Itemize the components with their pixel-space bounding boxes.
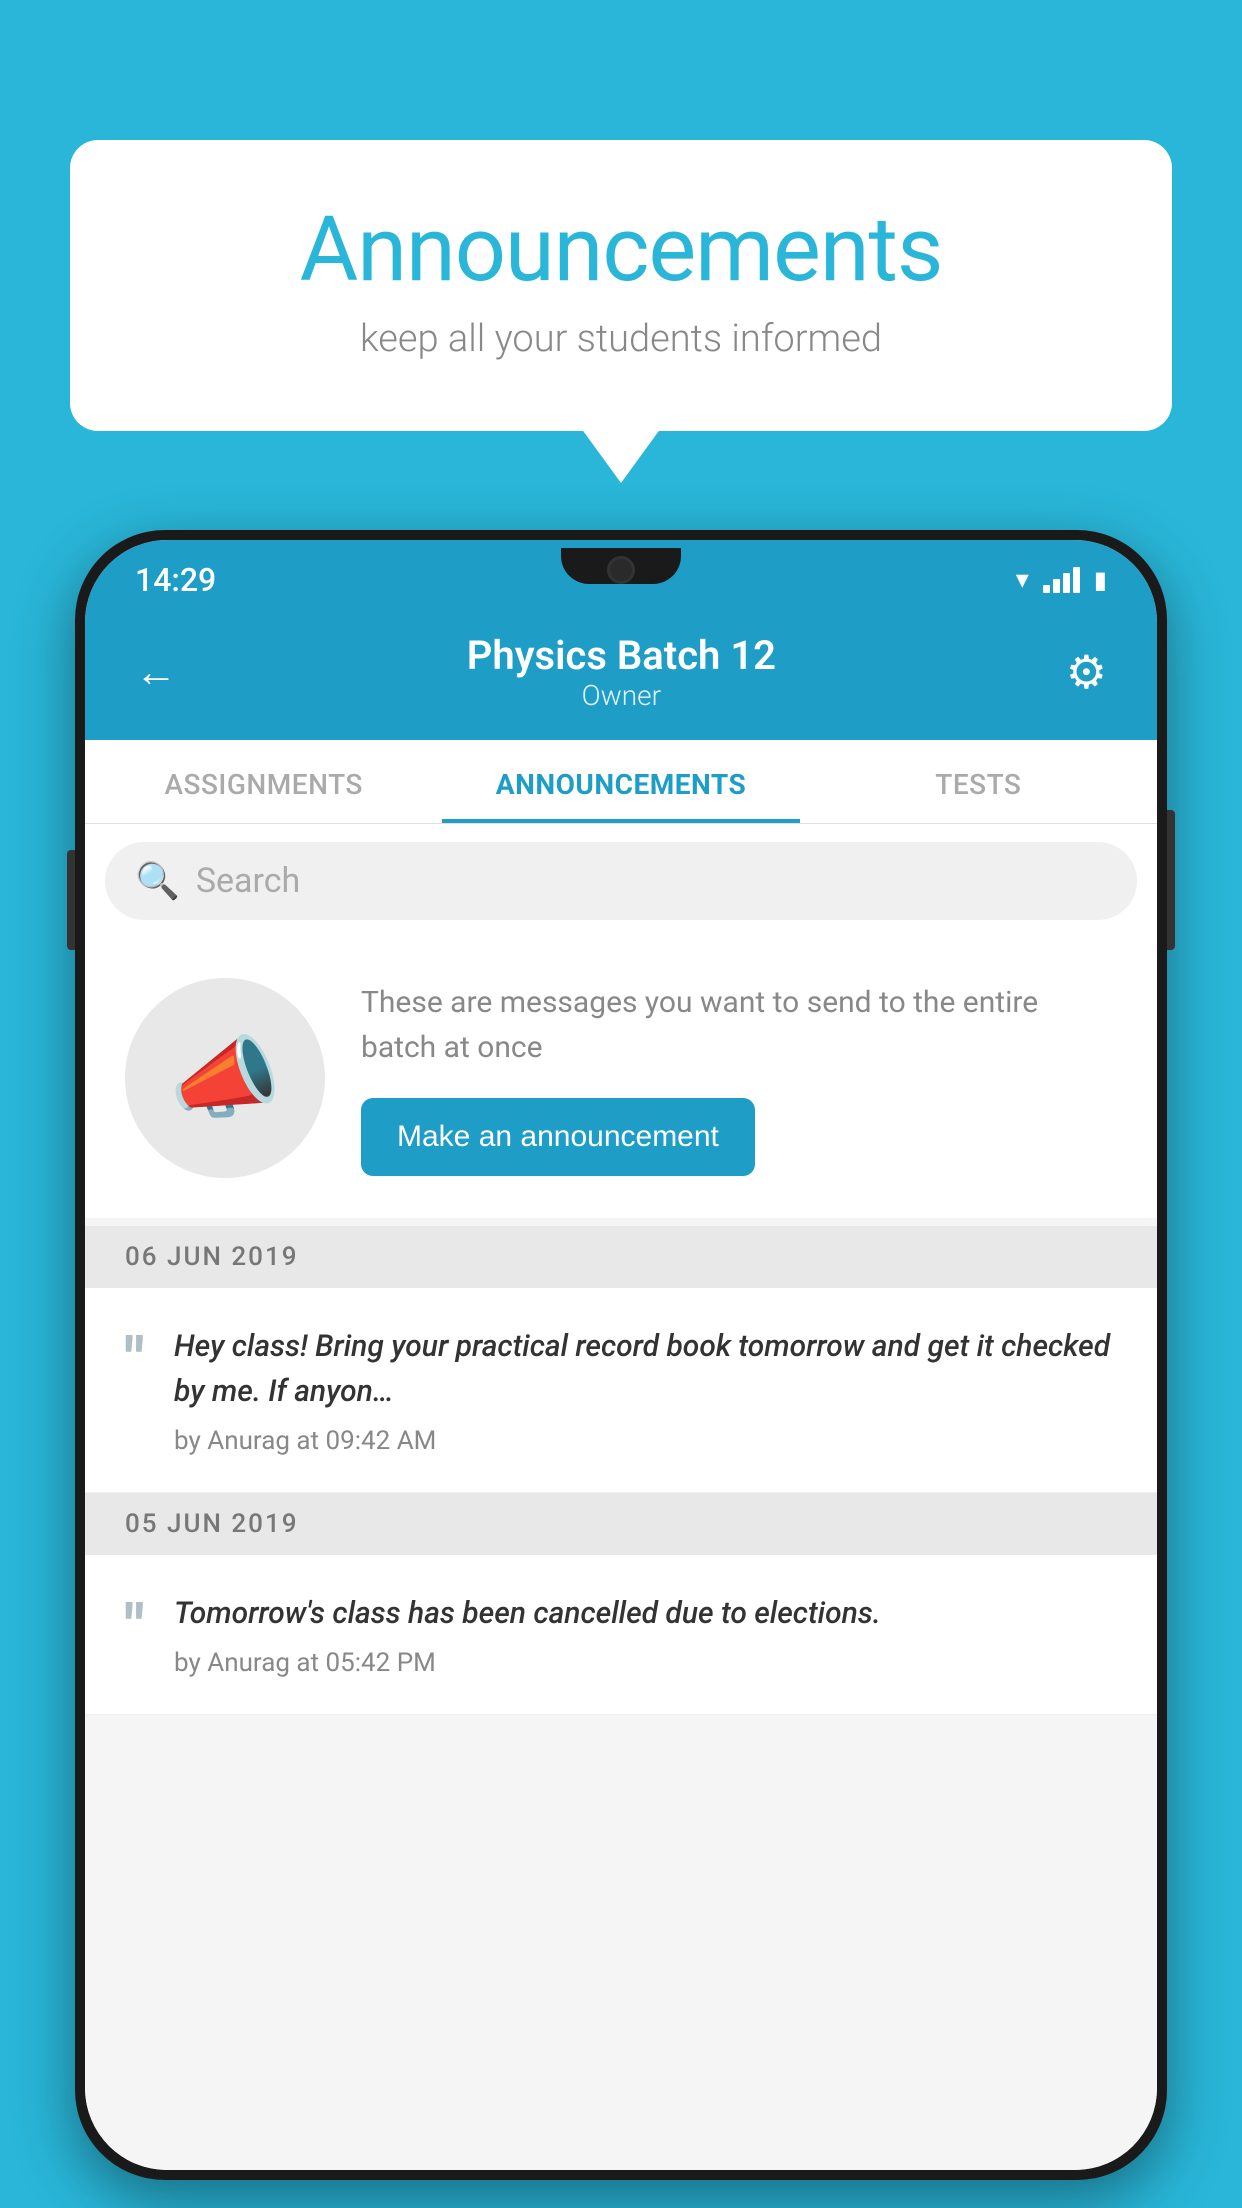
phone-camera — [607, 556, 635, 584]
header-center: Physics Batch 12 Owner — [467, 632, 776, 712]
signal-bar-2 — [1053, 579, 1060, 593]
bubble-subtitle: keep all your students informed — [150, 317, 1092, 361]
megaphone-icon: 📣 — [169, 1026, 281, 1131]
phone-wrapper: 14:29 ▾ ▮ ← Physics Batch 12 — [75, 530, 1167, 2208]
status-time: 14:29 — [135, 561, 216, 599]
search-icon: 🔍 — [135, 860, 180, 902]
quote-icon-1: " — [125, 1330, 144, 1390]
search-bar-container: 🔍 Search — [85, 824, 1157, 938]
tab-tests[interactable]: TESTS — [800, 740, 1157, 823]
tab-bar: ASSIGNMENTS ANNOUNCEMENTS TESTS — [85, 740, 1157, 824]
announcement-content-1: Hey class! Bring your practical record b… — [174, 1324, 1117, 1456]
announcement-text-1: Hey class! Bring your practical record b… — [174, 1324, 1117, 1414]
announcement-meta-2: by Anurag at 05:42 PM — [174, 1648, 1117, 1678]
wifi-icon: ▾ — [1016, 565, 1029, 595]
bubble-title: Announcements — [150, 200, 1092, 299]
header-subtitle: Owner — [467, 679, 776, 712]
signal-bar-3 — [1063, 573, 1070, 593]
announcement-prompt: 📣 These are messages you want to send to… — [85, 938, 1157, 1218]
status-icons: ▾ ▮ — [1016, 565, 1107, 595]
make-announcement-button[interactable]: Make an announcement — [361, 1098, 755, 1176]
phone-mockup: 14:29 ▾ ▮ ← Physics Batch 12 — [75, 530, 1167, 2180]
megaphone-circle: 📣 — [125, 978, 325, 1178]
side-button-right — [1167, 810, 1175, 950]
app-header: ← Physics Batch 12 Owner ⚙ — [85, 610, 1157, 740]
prompt-description: These are messages you want to send to t… — [361, 980, 1117, 1070]
speech-bubble-card: Announcements keep all your students inf… — [70, 140, 1172, 431]
date-divider-2: 05 JUN 2019 — [85, 1493, 1157, 1555]
announcement-item-2[interactable]: " Tomorrow's class has been cancelled du… — [85, 1555, 1157, 1715]
tab-announcements[interactable]: ANNOUNCEMENTS — [442, 740, 799, 823]
speech-bubble-section: Announcements keep all your students inf… — [70, 140, 1172, 431]
date-divider-1: 06 JUN 2019 — [85, 1226, 1157, 1288]
settings-icon[interactable]: ⚙ — [1066, 645, 1107, 700]
search-placeholder: Search — [196, 861, 300, 901]
signal-bars-icon — [1043, 567, 1080, 593]
phone-screen: 14:29 ▾ ▮ ← Physics Batch 12 — [85, 540, 1157, 2170]
quote-icon-2: " — [125, 1597, 144, 1657]
signal-bar-4 — [1073, 567, 1080, 593]
announcement-meta-1: by Anurag at 09:42 AM — [174, 1426, 1117, 1456]
tab-assignments[interactable]: ASSIGNMENTS — [85, 740, 442, 823]
announcement-text-2: Tomorrow's class has been cancelled due … — [174, 1591, 1117, 1636]
back-button[interactable]: ← — [135, 648, 177, 697]
prompt-right: These are messages you want to send to t… — [361, 980, 1117, 1176]
signal-bar-1 — [1043, 585, 1050, 593]
header-title: Physics Batch 12 — [467, 632, 776, 679]
content-area: 🔍 Search 📣 These are messages you want t… — [85, 824, 1157, 2170]
side-button-left — [67, 850, 75, 950]
announcement-content-2: Tomorrow's class has been cancelled due … — [174, 1591, 1117, 1678]
phone-notch — [561, 548, 681, 584]
search-bar[interactable]: 🔍 Search — [105, 842, 1137, 920]
announcement-item-1[interactable]: " Hey class! Bring your practical record… — [85, 1288, 1157, 1493]
battery-icon: ▮ — [1094, 566, 1107, 594]
